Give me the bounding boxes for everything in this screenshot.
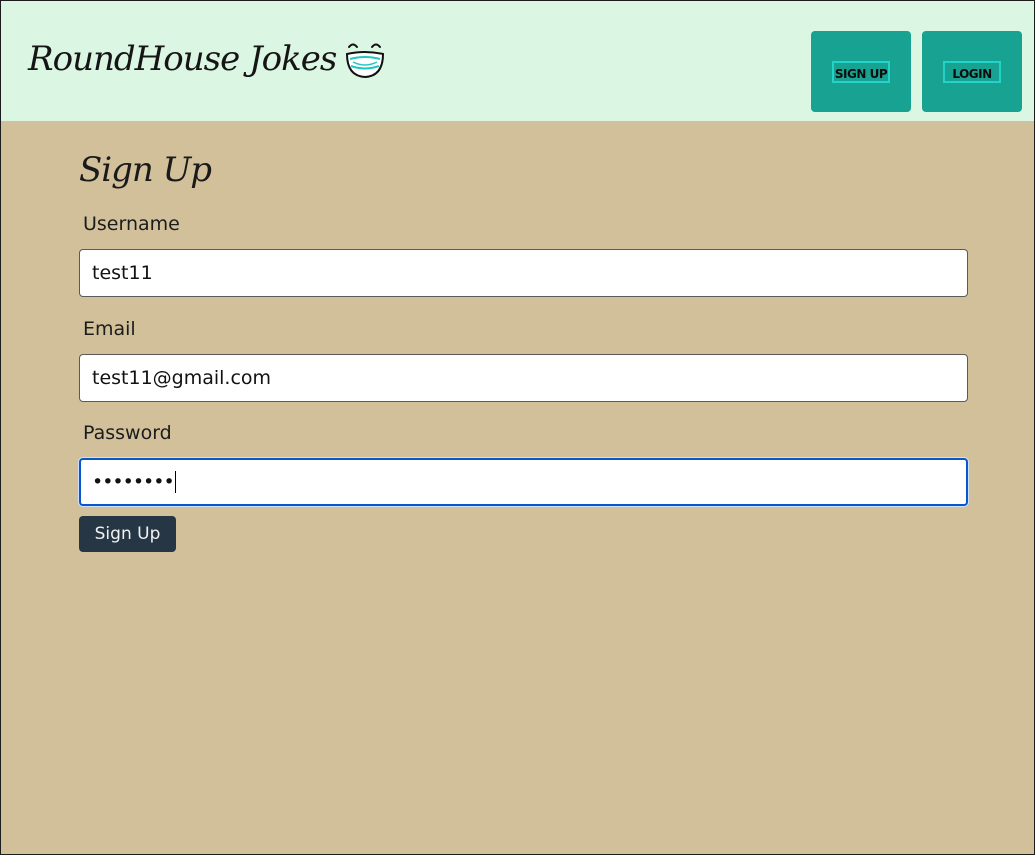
brand-title: RoundHouse Jokes — [28, 39, 337, 79]
nav-login-button[interactable]: LOGIN — [922, 31, 1022, 112]
sign-up-submit-button[interactable]: Sign Up — [79, 516, 176, 552]
password-label: Password — [83, 422, 172, 444]
site-header: RoundHouse Jokes SIGN UP LOGIN — [1, 1, 1034, 121]
email-field[interactable]: test11@gmail.com — [79, 354, 968, 402]
nav-login-label: LOGIN — [943, 60, 1001, 83]
username-field[interactable]: test11 — [79, 249, 968, 297]
username-label: Username — [83, 213, 180, 235]
email-value: test11@gmail.com — [92, 367, 272, 389]
text-cursor — [174, 471, 176, 493]
email-label: Email — [83, 318, 136, 340]
password-field[interactable]: •••••••• — [79, 458, 968, 506]
nav-signup-label: SIGN UP — [832, 60, 890, 83]
username-value: test11 — [92, 262, 153, 284]
password-value: •••••••• — [92, 471, 175, 493]
brand[interactable]: RoundHouse Jokes — [28, 35, 386, 83]
page-title: Sign Up — [79, 150, 212, 190]
laughing-face-icon — [344, 38, 386, 80]
nav-signup-button[interactable]: SIGN UP — [811, 31, 911, 112]
